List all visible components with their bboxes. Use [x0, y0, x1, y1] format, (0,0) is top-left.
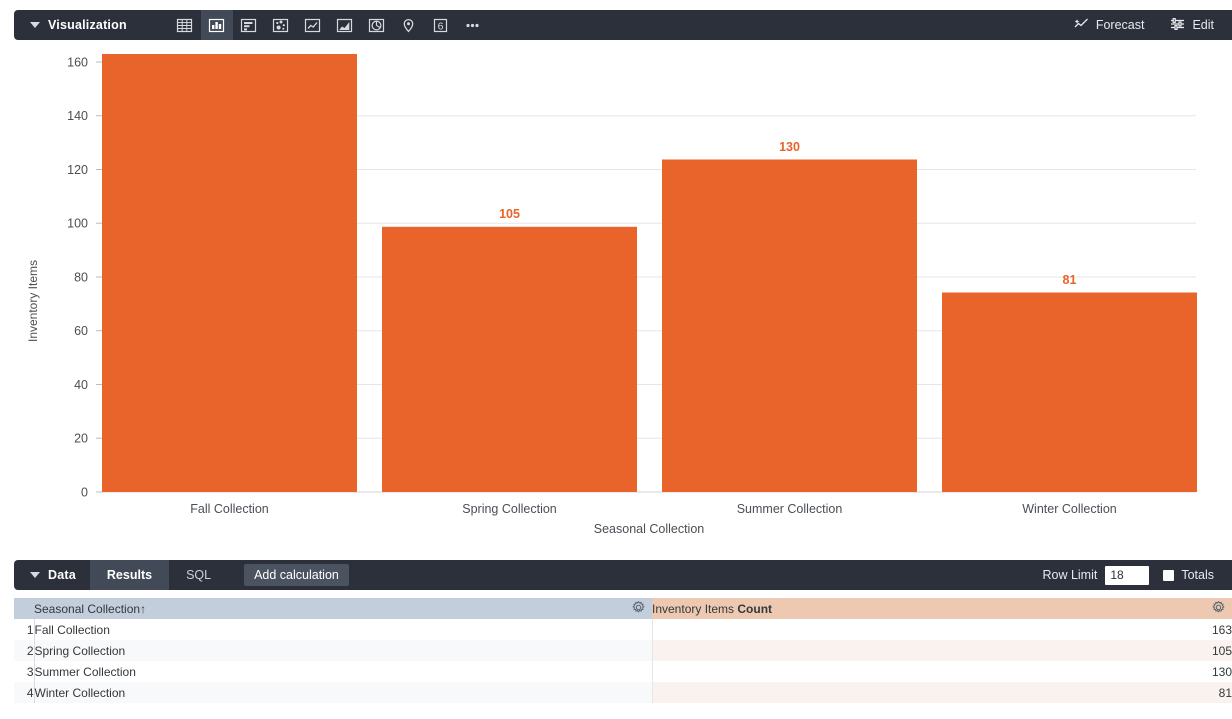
bar-value-label: 81 — [1063, 273, 1077, 287]
y-tick-label: 60 — [74, 324, 88, 338]
tab-sql[interactable]: SQL — [169, 560, 228, 590]
column-header-inventory-items-count[interactable]: Inventory Items Count — [652, 598, 1232, 619]
x-tick-label: Winter Collection — [1022, 502, 1117, 516]
sort-ascending-icon: ↑ — [140, 602, 146, 616]
chart-type-line-icon[interactable] — [297, 10, 329, 40]
x-tick-label: Fall Collection — [190, 502, 269, 516]
row-measure-value[interactable]: 130 — [652, 661, 1232, 682]
chart-type-pie-icon[interactable] — [361, 10, 393, 40]
bar-series — [102, 54, 1197, 492]
forecast-button[interactable]: Forecast — [1074, 17, 1145, 34]
row-measure-value[interactable]: 81 — [652, 682, 1232, 703]
data-toolbar-actions: Row Limit Totals — [1042, 566, 1232, 585]
y-axis-title: Inventory Items — [26, 260, 40, 342]
add-calculation-button[interactable]: Add calculation — [244, 564, 349, 586]
row-limit-control: Row Limit — [1042, 566, 1149, 585]
column-header-seasonal-collection[interactable]: Seasonal Collection↑ — [34, 598, 652, 619]
table-row[interactable]: 3 Summer Collection 130 — [14, 661, 1232, 682]
y-tick-label: 0 — [81, 486, 88, 500]
gear-icon[interactable] — [1212, 601, 1225, 617]
chart-type-bar-icon[interactable] — [233, 10, 265, 40]
column-header-label-bold: Count — [737, 602, 772, 616]
sliders-icon — [1170, 17, 1185, 34]
forecast-icon — [1074, 17, 1089, 34]
table-row[interactable]: 2 Spring Collection 105 — [14, 640, 1232, 661]
results-table: Seasonal Collection↑ Inventory Items Cou… — [14, 598, 1232, 703]
row-number: 4 — [14, 682, 34, 703]
gear-icon[interactable] — [632, 601, 645, 617]
y-tick-label: 40 — [74, 378, 88, 392]
x-axis-title: Seasonal Collection — [594, 522, 705, 536]
row-measure-value[interactable]: 105 — [652, 640, 1232, 661]
chart-type-column-icon[interactable] — [201, 10, 233, 40]
tab-results[interactable]: Results — [90, 560, 169, 590]
bar-value-label: 105 — [499, 207, 520, 221]
bar — [382, 227, 637, 492]
column-header-label-light: Inventory Items — [652, 602, 734, 616]
y-tick-label: 100 — [67, 217, 88, 231]
chart-type-map-icon[interactable] — [393, 10, 425, 40]
y-tick-label: 20 — [74, 432, 88, 446]
table-row[interactable]: 4 Winter Collection 81 — [14, 682, 1232, 703]
row-number: 2 — [14, 640, 34, 661]
chart-type-table-icon[interactable] — [169, 10, 201, 40]
caret-down-icon — [30, 572, 40, 578]
chart-type-scatter-icon[interactable] — [265, 10, 297, 40]
y-tick-label: 120 — [67, 163, 88, 177]
row-number-header — [14, 598, 34, 619]
data-toolbar: Data Results SQL Add calculation Row Lim… — [14, 560, 1232, 590]
data-panel-title: Data — [48, 568, 76, 582]
edit-button[interactable]: Edit — [1170, 17, 1214, 34]
row-number: 3 — [14, 661, 34, 682]
y-tick-label: 160 — [67, 56, 88, 70]
visualization-toolbar: Visualization — [14, 10, 1232, 40]
row-dimension-value[interactable]: Spring Collection — [34, 640, 652, 661]
edit-label: Edit — [1192, 18, 1214, 32]
totals-checkbox[interactable]: Totals — [1163, 568, 1214, 582]
visualization-toolbar-actions: Forecast Edit — [1074, 17, 1232, 34]
row-dimension-value[interactable]: Winter Collection — [34, 682, 652, 703]
bar-chart[interactable]: 0 20 40 60 80 100 120 140 160 Inventory … — [0, 46, 1232, 543]
chart-canvas[interactable]: 0 20 40 60 80 100 120 140 160 Inventory … — [0, 46, 1232, 543]
table-header-row: Seasonal Collection↑ Inventory Items Cou… — [14, 598, 1232, 619]
bar — [662, 160, 917, 493]
tab-results-label: Results — [107, 568, 152, 582]
visualization-panel-title: Visualization — [48, 18, 127, 32]
row-number: 1 — [14, 619, 34, 640]
x-tick-label: Spring Collection — [462, 502, 557, 516]
y-tick-label: 80 — [74, 271, 88, 285]
visualization-panel-toggle[interactable]: Visualization — [14, 10, 141, 40]
row-limit-label: Row Limit — [1042, 568, 1097, 582]
bar — [102, 54, 357, 492]
add-calculation-label: Add calculation — [254, 568, 339, 582]
tab-sql-label: SQL — [186, 568, 211, 582]
bar-value-label: 163 — [219, 55, 240, 69]
x-tick-label: Summer Collection — [737, 502, 843, 516]
data-panel-toggle[interactable]: Data — [14, 560, 90, 590]
checkbox-icon — [1163, 570, 1174, 581]
chart-type-more-icon[interactable] — [457, 10, 489, 40]
row-dimension-value[interactable]: Fall Collection — [34, 619, 652, 640]
chart-type-single-value-icon[interactable]: 6 — [425, 10, 457, 40]
forecast-label: Forecast — [1096, 18, 1145, 32]
row-measure-value[interactable]: 163 — [652, 619, 1232, 640]
chart-type-picker: 6 — [169, 10, 489, 40]
row-dimension-value[interactable]: Summer Collection — [34, 661, 652, 682]
results-table-body: 1 Fall Collection 163 2 Spring Collectio… — [14, 619, 1232, 703]
visualization-explore-page: Visualization — [0, 0, 1232, 719]
totals-label: Totals — [1181, 568, 1214, 582]
svg-text:6: 6 — [438, 20, 444, 32]
table-row[interactable]: 1 Fall Collection 163 — [14, 619, 1232, 640]
y-tick-label: 140 — [67, 109, 88, 123]
chart-type-area-icon[interactable] — [329, 10, 361, 40]
bar-value-label: 130 — [779, 140, 800, 154]
row-limit-input[interactable] — [1105, 566, 1149, 585]
column-header-label: Seasonal Collection — [34, 602, 140, 616]
bar — [942, 293, 1197, 493]
caret-down-icon — [30, 22, 40, 28]
y-axis-ticks — [96, 62, 102, 492]
results-table-container[interactable]: Seasonal Collection↑ Inventory Items Cou… — [14, 598, 1232, 708]
